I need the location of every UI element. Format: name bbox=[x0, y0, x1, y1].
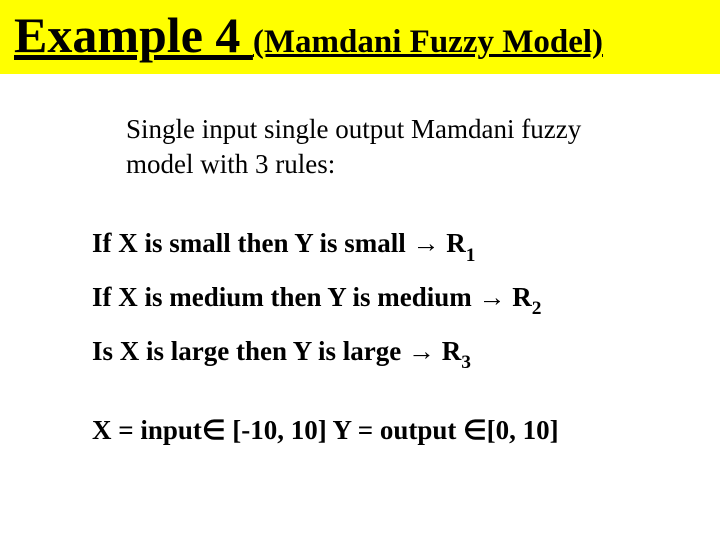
title-bar: Example 4 (Mamdani Fuzzy Model) bbox=[0, 0, 720, 74]
intro-text: Single input single output Mamdani fuzzy… bbox=[126, 112, 646, 182]
y-output-label: Y = output bbox=[332, 415, 463, 445]
arrow-icon: → bbox=[408, 336, 435, 366]
slide: Example 4 (Mamdani Fuzzy Model) Single i… bbox=[0, 0, 720, 540]
rule-3-text: Is X is large then Y is large bbox=[92, 336, 408, 366]
content-area: Single input single output Mamdani fuzzy… bbox=[0, 74, 720, 448]
rule-1: If X is small then Y is small → R1 bbox=[92, 226, 660, 266]
x-range: [-10, 10] bbox=[225, 415, 332, 445]
rule-1-index: 1 bbox=[466, 245, 476, 266]
title-subtitle: (Mamdani Fuzzy Model) bbox=[253, 24, 603, 60]
domain-line: X = input∈ [-10, 10] Y = output ∈[0, 10] bbox=[92, 413, 660, 448]
arrow-icon: → bbox=[479, 282, 506, 312]
element-of-icon: ∈ bbox=[463, 415, 487, 445]
rule-3-index: 3 bbox=[461, 352, 471, 373]
rule-1-text: If X is small then Y is small bbox=[92, 228, 413, 258]
element-of-icon: ∈ bbox=[202, 415, 226, 445]
y-range: [0, 10] bbox=[487, 415, 559, 445]
arrow-icon: → bbox=[413, 228, 440, 258]
x-input-label: X = input bbox=[92, 415, 202, 445]
rule-2-label: R bbox=[506, 282, 532, 312]
rule-2: If X is medium then Y is medium → R2 bbox=[92, 280, 660, 320]
title-main: Example 4 bbox=[14, 7, 253, 63]
rule-1-label: R bbox=[440, 228, 466, 258]
rule-2-text: If X is medium then Y is medium bbox=[92, 282, 479, 312]
rule-2-index: 2 bbox=[532, 298, 542, 319]
rule-3: Is X is large then Y is large → R3 bbox=[92, 334, 660, 374]
rule-3-label: R bbox=[435, 336, 461, 366]
